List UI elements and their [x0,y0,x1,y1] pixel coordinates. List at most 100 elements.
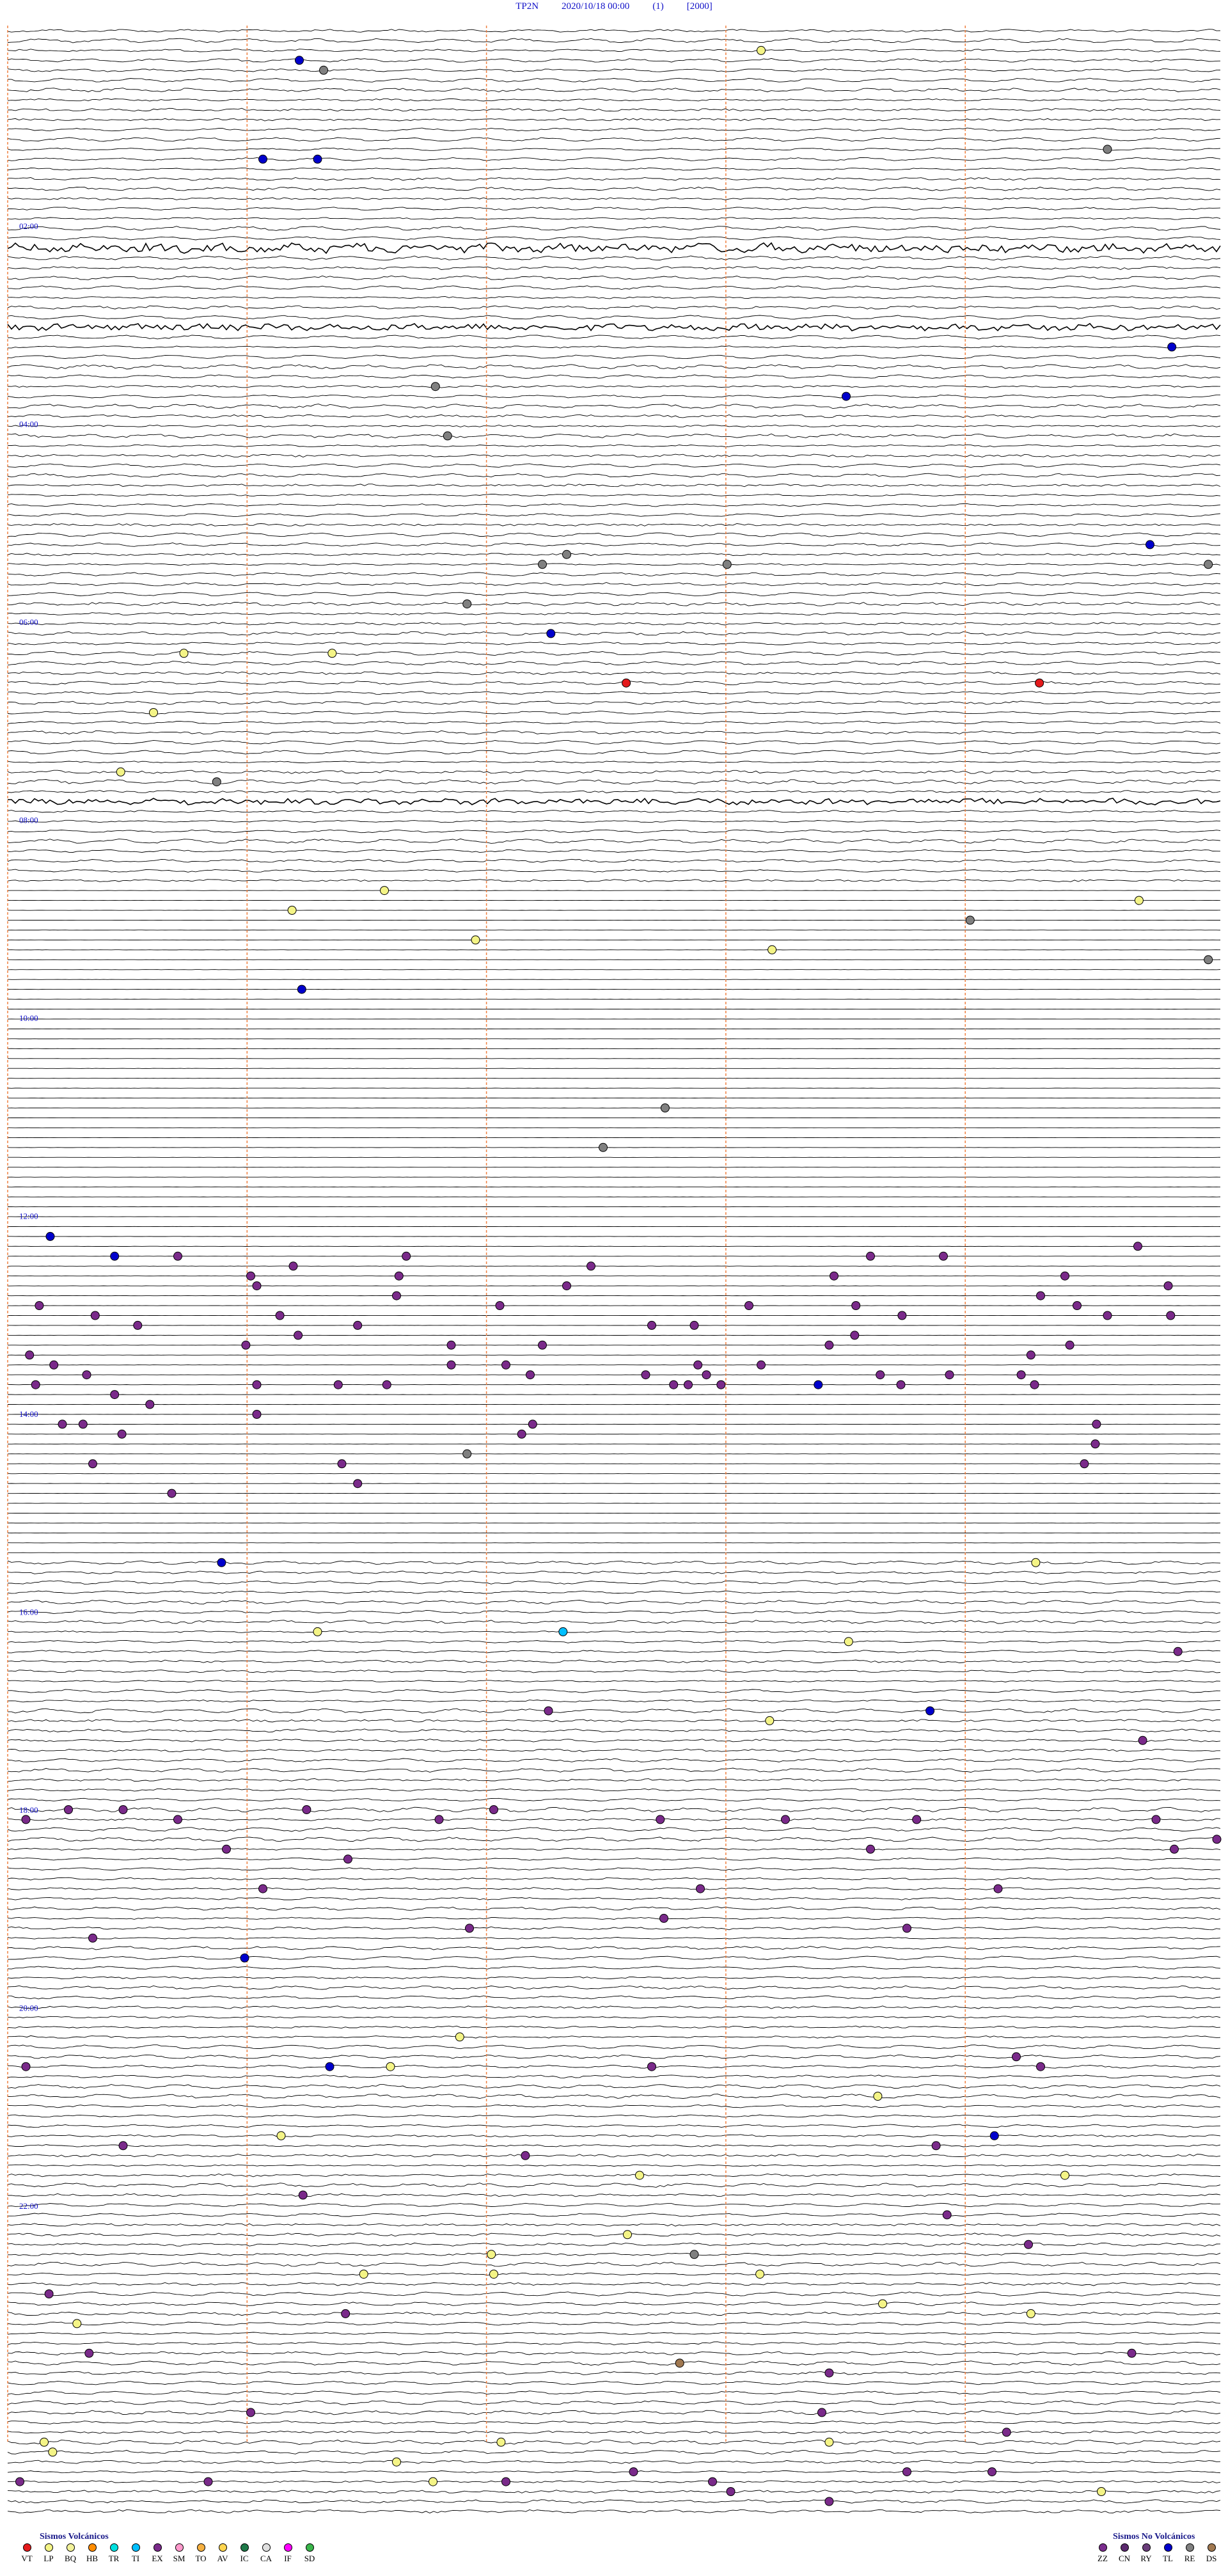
seismic-trace [7,2005,1221,2009]
event-marker-ex [988,2467,996,2477]
event-marker-ex [517,1429,526,1439]
event-marker-ex [88,1933,97,1943]
seismic-trace [8,2213,1221,2217]
seismic-trace [7,315,1221,320]
event-marker-ex [58,1419,67,1429]
event-marker-re [599,1142,608,1152]
event-marker-ex [684,1380,693,1389]
event-marker-ex [850,1331,860,1340]
seismic-trace [7,2261,1221,2267]
event-marker-ex [402,1251,411,1261]
seismic-trace [7,720,1221,725]
event-marker-re [462,1449,472,1458]
event-marker-tl [110,1251,120,1261]
seismic-trace [7,601,1221,606]
event-marker-ex [824,1340,834,1350]
legend-code: RY [1140,2554,1152,2563]
seismic-trace [7,354,1221,360]
event-marker-ex [394,1271,404,1281]
event-marker-ex [88,1459,97,1469]
seismic-trace [7,1659,1221,1663]
seismic-trace [7,2173,1221,2177]
legend-item-hb: HB [83,2543,101,2564]
event-marker-re [562,549,571,559]
event-marker-lp [1060,2170,1069,2180]
seismic-trace [7,49,1221,52]
event-marker-re [1204,560,1213,569]
event-marker-ds [675,2359,684,2368]
event-marker-lp [72,2319,82,2328]
event-marker-ex [656,1815,665,1824]
seismic-trace [7,761,1221,764]
event-marker-ex [1090,1439,1100,1449]
seismic-trace [7,2154,1221,2158]
event-marker-ex [528,1419,537,1429]
event-marker-ex [246,1271,255,1281]
seismic-trace [7,2094,1221,2099]
seismic-trace [7,592,1221,597]
seismic-trace [7,779,1221,785]
event-marker-lp [824,2437,834,2447]
seismic-trace [7,532,1221,537]
legend-item-ex: EX [148,2543,166,2564]
hour-label: 18:00 [19,1805,38,1815]
seismic-trace [7,1966,1221,1970]
event-marker-ex [246,2408,255,2417]
seismic-trace [7,322,1221,332]
legend-item-if: IF [279,2543,297,2564]
event-marker-re [462,599,472,609]
event-marker-lp [489,2270,498,2279]
seismic-trace [7,1887,1221,1891]
seismic-trace [7,167,1221,171]
seismic-trace [7,2223,1221,2227]
legend-swatch [1185,2543,1194,2552]
legend-item-vt: VT [18,2543,36,2564]
event-marker-lp [844,1637,853,1647]
seismic-trace [7,2074,1220,2079]
seismic-trace [7,563,1221,566]
event-marker-ex [446,1340,456,1350]
event-marker-re [1204,955,1213,965]
seismic-trace [7,2044,1221,2050]
legend-swatch [175,2543,184,2552]
event-marker-ex [145,1400,155,1409]
seismic-trace [8,2035,1221,2039]
event-marker-ex [392,1291,401,1300]
seismic-trace [7,2490,1221,2493]
seismic-trace [7,217,1221,220]
legend-item-tl: TL [1159,2543,1177,2564]
event-marker-ex [1133,1242,1142,1251]
event-marker-ex [1173,1647,1183,1656]
seismic-trace [7,2332,1221,2335]
event-marker-ex [1138,1735,1147,1745]
event-marker-re [443,431,452,441]
seismic-trace [7,2114,1221,2118]
seismic-trace [7,1739,1221,1742]
event-marker-lp [623,2230,632,2240]
event-marker-ex [302,1805,311,1814]
seismic-trace [7,2430,1221,2435]
seismic-trace [7,879,1221,883]
event-marker-ex [203,2477,213,2486]
seismic-trace [7,1650,1221,1654]
event-marker-lp [380,886,389,896]
event-marker-lp [179,649,189,658]
seismic-trace [7,622,1221,626]
hour-label: 10:00 [19,1013,38,1023]
event-marker-ti [558,1627,568,1636]
legend-item-ry: RY [1137,2543,1155,2564]
seismic-trace [7,2380,1221,2385]
seismic-trace [7,1620,1221,1624]
seismic-trace [7,810,1221,814]
event-marker-ex [434,1815,444,1824]
volcanic-legend: VT LP BQ HB TR TI EX SM TO AV IC CA IF SD [18,2543,319,2564]
seismic-trace [7,730,1221,735]
event-marker-lp [1134,896,1144,905]
seismic-trace [7,631,1221,636]
seismic-trace [7,2025,1221,2029]
seismic-trace [8,285,1221,290]
legend-swatch [305,2543,314,2552]
event-marker-tl [546,629,556,638]
event-marker-tl [814,1380,823,1389]
seismic-trace [7,1867,1221,1871]
